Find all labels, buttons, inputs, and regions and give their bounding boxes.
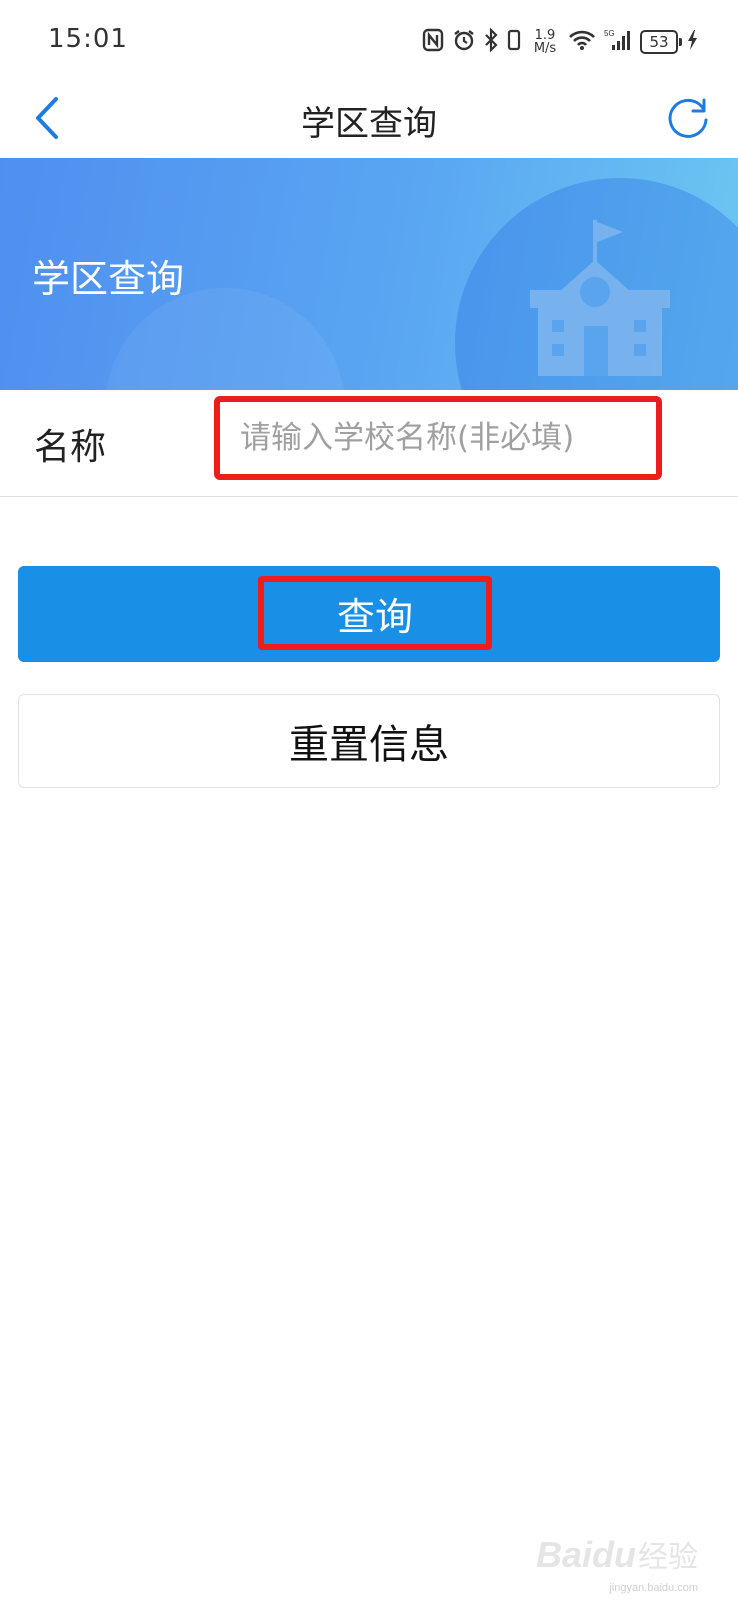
network-type-label: 5G [604,29,615,38]
reset-button[interactable]: 重置信息 [18,694,720,788]
battery-level: 53 [649,33,669,51]
wifi-icon [568,29,596,55]
name-field-row: 名称 [0,390,738,497]
school-name-input[interactable] [214,396,662,480]
status-time: 15:01 [48,24,128,54]
status-icons: 1.9 M/s 5G 53 [422,22,698,62]
charging-icon [686,29,698,55]
refresh-icon [666,96,710,144]
banner: 学区查询 [0,158,738,390]
watermark-text: 经验 [638,1540,698,1575]
page-title: 学区查询 [301,104,437,144]
network-speed-unit: M/s [533,41,557,56]
title-bar: 学区查询 [0,82,738,158]
status-bar: 15:01 1.9 M/s 5G 53 [0,0,738,82]
name-label: 名称 [34,427,107,468]
watermark-url: jingyan.baidu.com [609,1582,698,1594]
vibrate-icon [506,28,522,56]
watermark: Baidu 经验 [536,1532,698,1576]
query-button[interactable]: 查询 [18,566,720,662]
cellular-signal-icon: 5G [604,28,632,56]
nfc-icon [422,28,444,56]
bluetooth-icon [484,27,498,56]
refresh-button[interactable] [660,92,716,148]
alarm-icon [452,28,476,56]
watermark-logo: Baidu [535,1534,636,1575]
banner-decor-circle-small [105,288,345,390]
battery-indicator: 53 [640,30,682,54]
query-button-label: 查询 [258,576,492,650]
banner-title: 学区查询 [32,257,185,301]
school-building-icon [530,220,670,384]
network-speed: 1.9 M/s [530,29,560,55]
